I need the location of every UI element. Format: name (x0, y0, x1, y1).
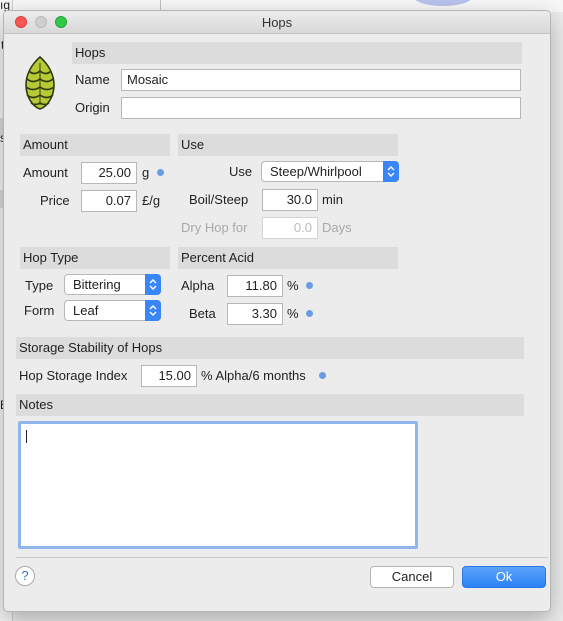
form-select-value: Leaf (73, 303, 99, 318)
window-title: Hops (261, 15, 293, 30)
hop-storage-index-field[interactable]: 15.00 (141, 365, 197, 387)
use-select[interactable]: Steep/Whirlpool (261, 161, 399, 182)
cancel-button[interactable]: Cancel (370, 566, 454, 588)
form-label: Form (24, 303, 55, 318)
dry-hop-field: 0.0 (262, 217, 318, 239)
beta-info-dot (306, 310, 313, 317)
name-field[interactable]: Mosaic (121, 69, 521, 91)
origin-field[interactable] (121, 97, 521, 119)
dry-hop-label: Dry Hop for (181, 220, 248, 235)
storage-section-header: Storage Stability of Hops (16, 337, 524, 359)
boil-steep-unit: min (322, 192, 343, 207)
hops-dialog: Hops Hops Name Mosaic Origin Amount Amou… (3, 10, 551, 612)
hop-cone-icon (22, 55, 58, 111)
alpha-info-dot (306, 282, 313, 289)
alpha-unit: % (287, 278, 299, 293)
origin-label: Origin (75, 100, 110, 115)
ok-button[interactable]: Ok (462, 566, 546, 588)
notes-textarea[interactable] (18, 421, 418, 549)
beta-field[interactable]: 3.30 (227, 303, 283, 325)
price-label: Price (40, 193, 70, 208)
help-button[interactable]: ? (15, 566, 35, 586)
use-select-value: Steep/Whirlpool (270, 164, 362, 179)
title-bar: Hops (4, 11, 550, 34)
hop-storage-index-label: Hop Storage Index (19, 368, 128, 383)
amount-label: Amount (23, 165, 68, 180)
chevron-updown-icon (145, 300, 161, 321)
form-select[interactable]: Leaf (64, 300, 161, 321)
beta-label: Beta (189, 306, 216, 321)
hsi-info-dot (319, 372, 326, 379)
chevron-updown-icon (383, 161, 399, 182)
amount-info-dot (157, 169, 164, 176)
percent-acid-section-header: Percent Acid (178, 247, 398, 269)
notes-section-header: Notes (16, 394, 524, 416)
chevron-updown-icon (145, 274, 161, 295)
name-label: Name (75, 72, 110, 87)
price-field[interactable]: 0.07 (81, 190, 137, 212)
alpha-field[interactable]: 11.80 (227, 275, 283, 297)
price-unit: £/g (142, 193, 161, 208)
use-section-header: Use (178, 134, 398, 156)
amount-section-header: Amount (20, 134, 170, 156)
boil-steep-field[interactable]: 30.0 (262, 189, 318, 211)
beta-unit: % (287, 306, 299, 321)
amount-field[interactable]: 25.00 (81, 162, 137, 184)
type-select-value: Bittering (73, 277, 121, 292)
amount-unit: g (142, 165, 150, 180)
hop-storage-index-unit: % Alpha/6 months (201, 368, 306, 383)
use-label: Use (229, 164, 253, 179)
hops-section-header: Hops (72, 42, 522, 64)
footer-divider (16, 557, 548, 558)
type-label: Type (25, 278, 54, 293)
text-caret (26, 430, 27, 443)
hop-type-section-header: Hop Type (20, 247, 170, 269)
boil-steep-label: Boil/Steep (189, 192, 249, 207)
dry-hop-unit: Days (322, 220, 352, 235)
alpha-label: Alpha (181, 278, 215, 293)
type-select[interactable]: Bittering (64, 274, 161, 295)
